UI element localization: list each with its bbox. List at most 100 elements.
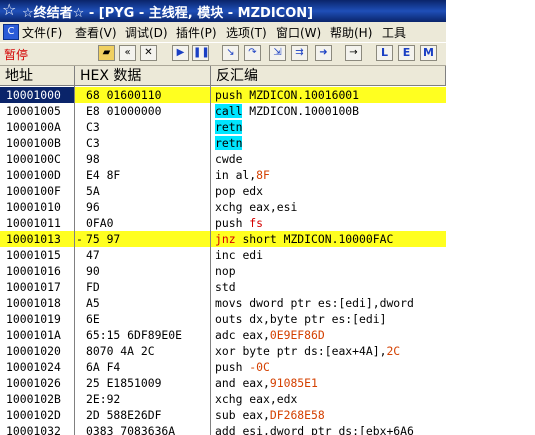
mnemonic: xchg bbox=[215, 200, 243, 214]
row-address: 10001018 bbox=[6, 296, 61, 310]
child-window-icon[interactable]: C bbox=[3, 24, 19, 40]
open-icon[interactable]: ▰ bbox=[98, 45, 115, 61]
close-icon[interactable]: ✕ bbox=[140, 45, 157, 61]
execute-till-return-icon[interactable]: ➜ bbox=[315, 45, 332, 61]
row-hex: 25 E1851009 bbox=[86, 376, 162, 390]
step-over-icon[interactable]: ↷ bbox=[244, 45, 261, 61]
column-disasm[interactable]: 反汇编 bbox=[211, 66, 446, 86]
jump-marker: - bbox=[76, 232, 83, 246]
mnemonic: xor bbox=[215, 344, 236, 358]
disassembly-list[interactable]: 10001000 68 01600110 push MZDICON.10016001… bbox=[0, 87, 446, 435]
pause-icon[interactable]: ❚❚ bbox=[192, 45, 210, 61]
log-window-button[interactable]: L bbox=[376, 45, 393, 61]
row-disasm: push MZDICON.10016001 bbox=[215, 87, 446, 103]
menu-debug[interactable]: 调试(D) bbox=[125, 24, 168, 41]
disasm-row[interactable]: 10001020 8070 4A 2C xor byte ptr ds:[eax+4… bbox=[0, 343, 446, 359]
operand: MZDICON.1000100B bbox=[249, 104, 360, 118]
disasm-row[interactable]: 10001018 A5 movs dword ptr es:[edi],dword bbox=[0, 295, 446, 311]
row-disasm: push fs bbox=[215, 215, 446, 231]
row-address: 1000100A bbox=[6, 120, 61, 134]
menu-options[interactable]: 选项(T) bbox=[226, 24, 267, 41]
row-disasm: and eax,91085E1 bbox=[215, 375, 446, 391]
goto-icon[interactable]: → bbox=[345, 45, 362, 61]
menu-window[interactable]: 窗口(W) bbox=[276, 24, 321, 41]
row-hex: 0383 7083636A bbox=[86, 424, 176, 435]
disasm-row[interactable]: 1000100A C3 retn bbox=[0, 119, 446, 135]
disasm-row[interactable]: 10001005 E8 01000000 call MZDICON.1000100B bbox=[0, 103, 446, 119]
row-disasm: retn bbox=[215, 135, 446, 151]
menu-help[interactable]: 帮助(H) bbox=[330, 24, 372, 41]
row-disasm: call MZDICON.1000100B bbox=[215, 103, 446, 119]
row-disasm: adc eax,0E9EF86D bbox=[215, 327, 446, 343]
mnemonic: nop bbox=[215, 264, 236, 278]
mnemonic: and bbox=[215, 376, 236, 390]
step-into-icon[interactable]: ↘ bbox=[222, 45, 239, 61]
row-address: 1000100B bbox=[6, 136, 61, 150]
mnemonic: retn bbox=[215, 136, 243, 150]
row-disasm: sub eax,DF268E58 bbox=[215, 407, 446, 423]
app-star-icon: ☆ bbox=[2, 0, 17, 19]
operand-constant: 8F bbox=[256, 168, 270, 182]
disasm-row[interactable]: 10001032 0383 7083636A add esi,dword ptr d… bbox=[0, 423, 446, 435]
disasm-row[interactable]: 10001019 6E outs dx,byte ptr es:[edi] bbox=[0, 311, 446, 327]
row-address: 1000101A bbox=[6, 328, 61, 342]
mnemonic: add bbox=[215, 424, 236, 435]
menu-file[interactable]: 文件(F) bbox=[22, 24, 62, 41]
disasm-row[interactable]: 1000101A 65:15 6DF89E0E adc eax,0E9EF86D bbox=[0, 327, 446, 343]
operand: edx bbox=[242, 184, 264, 198]
row-hex: 6A F4 bbox=[86, 360, 121, 374]
mnemonic: sub bbox=[215, 408, 236, 422]
mnemonic: inc bbox=[215, 248, 236, 262]
disasm-row[interactable]: 1000100F 5A pop edx bbox=[0, 183, 446, 199]
operand: edi bbox=[242, 248, 264, 262]
menu-plugins[interactable]: 插件(P) bbox=[176, 24, 217, 41]
row-address: 10001010 bbox=[6, 200, 61, 214]
row-hex: 65:15 6DF89E0E bbox=[86, 328, 183, 342]
disasm-row[interactable]: 1000100C 98 cwde bbox=[0, 151, 446, 167]
mnemonic: pop bbox=[215, 184, 236, 198]
disasm-row[interactable]: 10001013 -75 97 jnz short MZDICON.10000FAC bbox=[0, 231, 446, 247]
disasm-row[interactable]: 10001011 0FA0 push fs bbox=[0, 215, 446, 231]
disasm-row[interactable]: 10001016 90 nop bbox=[0, 263, 446, 279]
mnemonic: xchg bbox=[215, 392, 243, 406]
column-address[interactable]: 地址 bbox=[0, 66, 75, 86]
run-icon[interactable]: ▶ bbox=[172, 45, 189, 61]
disasm-row[interactable]: 10001026 25 E1851009 and eax,91085E1 bbox=[0, 375, 446, 391]
memory-map-button[interactable]: M bbox=[420, 45, 437, 61]
title-bar[interactable]: ☆ ☆终结者☆ - [PYG - 主线程, 模块 - MZDICON] bbox=[0, 0, 446, 22]
operand-constant: 2C bbox=[386, 344, 401, 358]
mnemonic: retn bbox=[215, 120, 243, 134]
operand: MZDICON.10016001 bbox=[249, 88, 360, 102]
rewind-icon[interactable]: « bbox=[119, 45, 136, 61]
menu-tools[interactable]: 工具 bbox=[382, 24, 406, 41]
disasm-row[interactable]: 10001000 68 01600110 push MZDICON.10016001 bbox=[0, 87, 446, 103]
row-address: 10001024 bbox=[6, 360, 61, 374]
row-hex: 5A bbox=[86, 184, 100, 198]
row-address: 10001005 bbox=[6, 104, 61, 118]
row-address: 10001016 bbox=[6, 264, 61, 278]
disasm-row[interactable]: 1000100B C3 retn bbox=[0, 135, 446, 151]
disasm-row[interactable]: 1000102D 2D 588E26DF sub eax,DF268E58 bbox=[0, 407, 446, 423]
executable-modules-button[interactable]: E bbox=[398, 45, 415, 61]
mnemonic: call bbox=[215, 104, 243, 118]
disasm-row[interactable]: 10001015 47 inc edi bbox=[0, 247, 446, 263]
row-disasm: pop edx bbox=[215, 183, 446, 199]
trace-into-icon[interactable]: ⇲ bbox=[269, 45, 286, 61]
row-hex: 47 bbox=[86, 248, 100, 262]
trace-over-icon[interactable]: ⇉ bbox=[291, 45, 308, 61]
operand: eax, bbox=[242, 408, 270, 422]
disasm-row[interactable]: 1000102B 2E:92 xchg eax,edx bbox=[0, 391, 446, 407]
disasm-row[interactable]: 10001024 6A F4 push -0C bbox=[0, 359, 446, 375]
menu-view[interactable]: 查看(V) bbox=[75, 24, 117, 41]
operand: dword ptr es:[edi],dword bbox=[249, 296, 414, 310]
row-address: 1000102B bbox=[6, 392, 61, 406]
mnemonic: push bbox=[215, 216, 243, 230]
row-disasm: jnz short MZDICON.10000FAC bbox=[215, 231, 446, 247]
mnemonic: std bbox=[215, 280, 236, 294]
row-hex: C3 bbox=[86, 136, 100, 150]
column-hex[interactable]: HEX 数据 bbox=[75, 66, 211, 86]
row-hex: 6E bbox=[86, 312, 100, 326]
disasm-row[interactable]: 10001010 96 xchg eax,esi bbox=[0, 199, 446, 215]
disasm-row[interactable]: 1000100D E4 8F in al,8F bbox=[0, 167, 446, 183]
disasm-row[interactable]: 10001017 FD std bbox=[0, 279, 446, 295]
